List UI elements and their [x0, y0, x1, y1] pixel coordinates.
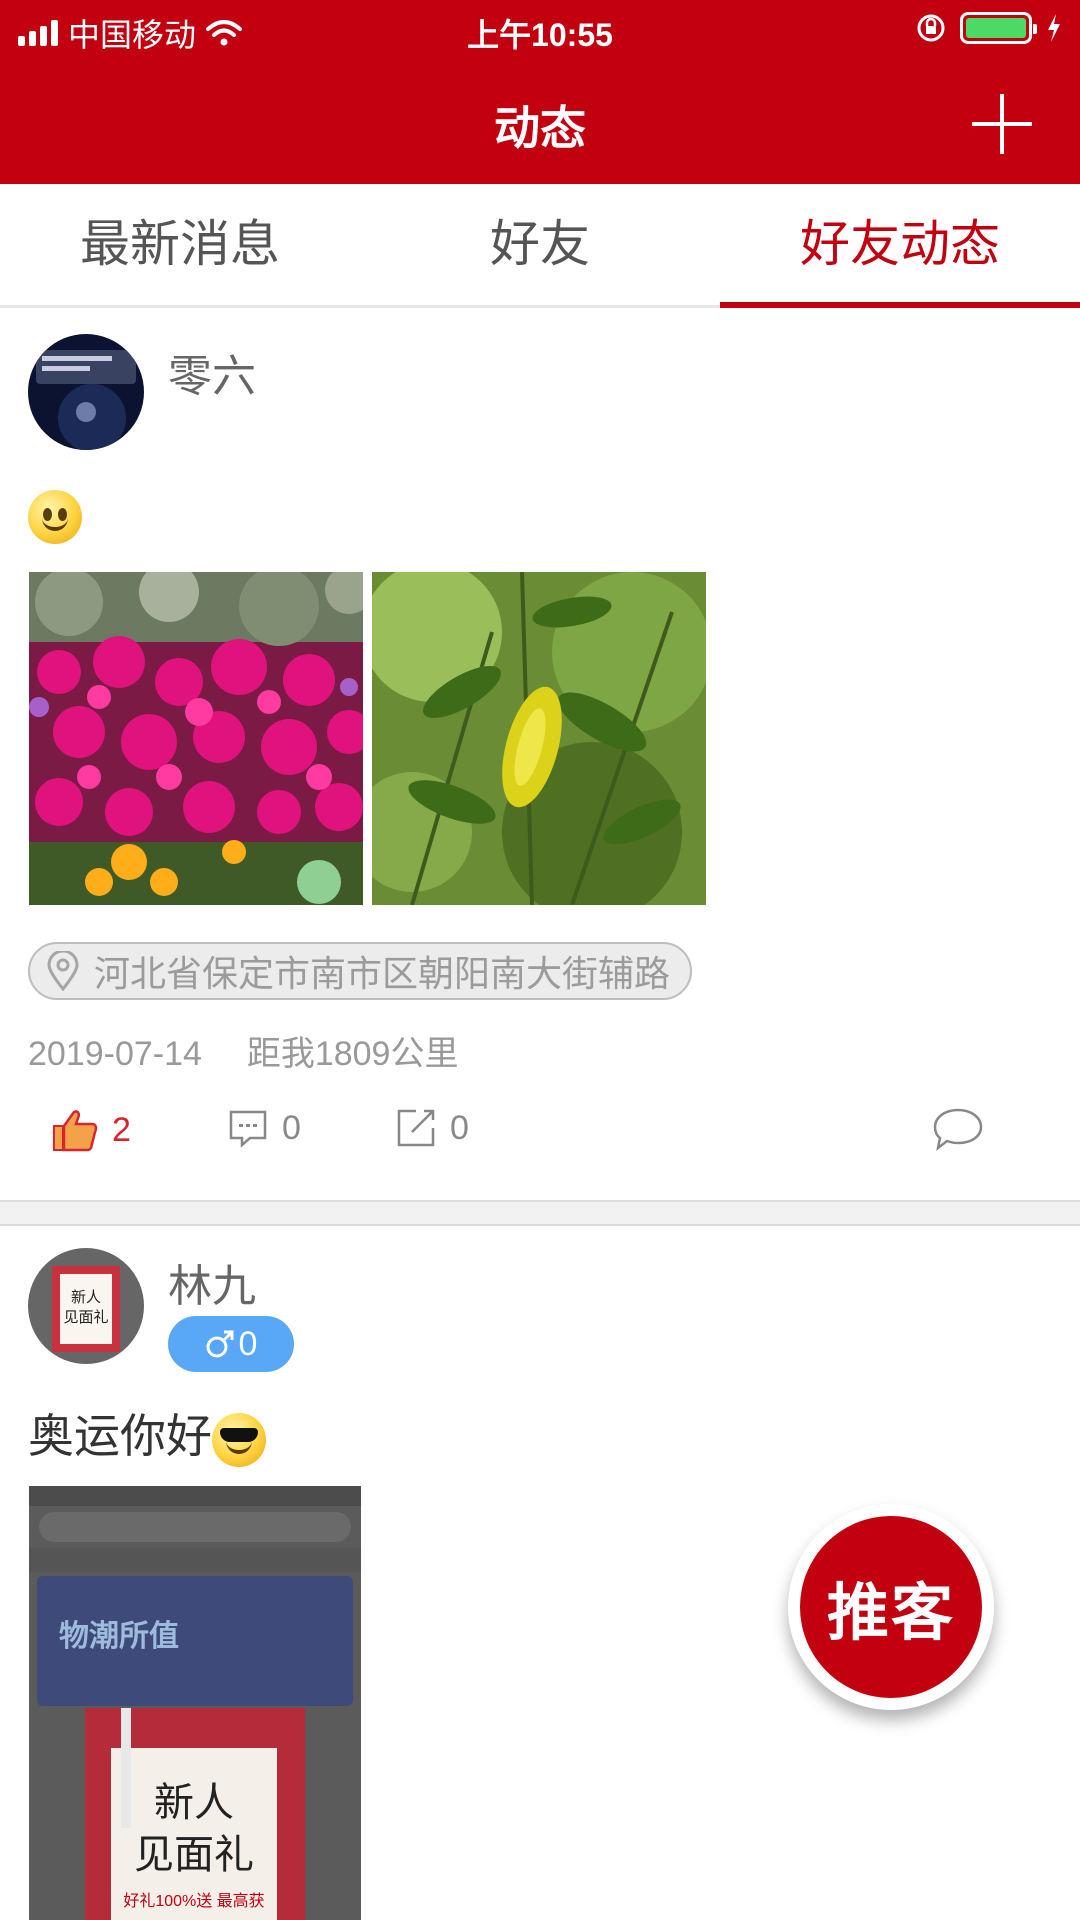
post-distance: 距我1809公里	[246, 1035, 459, 1073]
top-bar: 中国移动 上午10:55 动态	[0, 0, 1080, 184]
like-count: 2	[112, 1110, 131, 1149]
page-title: 动态	[494, 102, 586, 154]
tuike-floating-button[interactable]: 推客	[788, 1504, 994, 1710]
chat-bubble-icon	[933, 1108, 983, 1152]
reply-button[interactable]	[932, 1106, 984, 1152]
share-button[interactable]: 0	[396, 1108, 469, 1148]
share-icon	[397, 1109, 435, 1147]
share-count: 0	[450, 1108, 469, 1147]
orientation-lock-icon	[917, 14, 945, 42]
post-date: 2019-07-14	[28, 1035, 202, 1073]
tab-bar: 最新消息 好友 好友动态	[0, 184, 1080, 308]
location-tag[interactable]: 河北省保定市南市区朝阳南大街辅路	[28, 942, 693, 1000]
avatar-text: 见面礼	[63, 1308, 108, 1326]
promo-text: 新人	[154, 1780, 234, 1826]
location-pin-icon	[47, 951, 79, 991]
post-meta: 2019-07-14 距我1809公里	[28, 1026, 458, 1075]
post-divider	[0, 1200, 1080, 1226]
sunglasses-emoji-icon	[212, 1412, 266, 1467]
comment-icon	[229, 1110, 267, 1148]
avatar[interactable]: 新人 见面礼	[28, 1248, 144, 1364]
promo-text: 见面礼	[134, 1832, 254, 1878]
avatar-text: 新人	[71, 1288, 101, 1306]
charging-icon	[1048, 14, 1060, 42]
gender-count: 0	[238, 1324, 258, 1363]
tab-friend-moments[interactable]: 好友动态	[720, 184, 1080, 308]
like-button[interactable]: 2	[52, 1108, 131, 1152]
post-actions: 2 0 0	[0, 1100, 1080, 1170]
thumbs-up-icon	[53, 1110, 98, 1152]
male-icon	[206, 1330, 234, 1358]
gender-badge: 0	[168, 1316, 294, 1372]
tuike-label: 推客	[800, 1516, 982, 1698]
comment-button[interactable]: 0	[228, 1108, 301, 1148]
post-image[interactable]	[29, 572, 363, 905]
post-username[interactable]: 林九	[168, 1250, 256, 1314]
tab-latest-messages[interactable]: 最新消息	[0, 184, 360, 305]
comment-count: 0	[282, 1108, 301, 1147]
post-username[interactable]: 零六	[168, 340, 256, 404]
avatar[interactable]	[28, 334, 144, 450]
location-text: 河北省保定市南市区朝阳南大街辅路	[94, 953, 671, 994]
smile-emoji-icon	[28, 489, 82, 544]
post-card: 零六 河北省保定市南市区朝阳南大街辅路 2019-07-14 距我1809公里 …	[0, 310, 1080, 1200]
tab-friends[interactable]: 好友	[360, 184, 720, 305]
status-bar: 中国移动 上午10:55	[0, 0, 1080, 58]
plus-icon[interactable]	[972, 94, 1032, 154]
post-image[interactable]: 物潮所值 新人 见面礼 好礼100%送 最高获	[29, 1486, 361, 1920]
post-content: 奥运你好	[28, 1400, 266, 1467]
banner-text: 物潮所值	[59, 1619, 179, 1654]
promo-text: 好礼100%送 最高获	[123, 1892, 264, 1910]
post-content	[28, 486, 82, 544]
post-image[interactable]	[372, 572, 706, 905]
battery-icon	[960, 12, 1037, 44]
